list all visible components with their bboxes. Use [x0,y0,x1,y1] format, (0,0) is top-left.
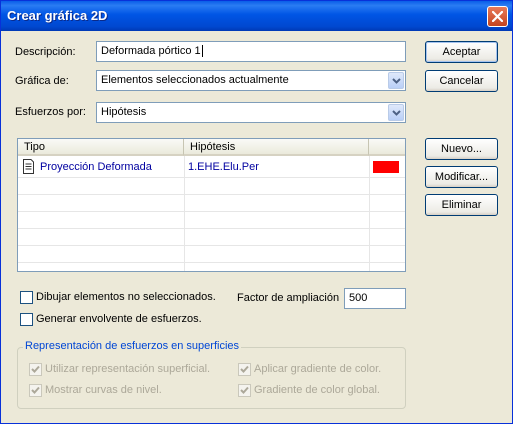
eliminar-button[interactable]: Eliminar [425,194,498,216]
row-tipo: Proyección Deformada [40,161,152,173]
factor-value: 500 [349,292,368,304]
esfuerzos-label: Esfuerzos por: [15,106,86,118]
chevron-down-icon [392,110,401,116]
descripcion-input[interactable]: Deformada pórtico 1 [96,41,406,62]
dibujar-checkbox[interactable] [20,291,33,304]
aceptar-button[interactable]: Aceptar [425,41,498,63]
column-header-color[interactable] [369,139,405,156]
modificar-button[interactable]: Modificar... [425,166,498,188]
cancelar-button[interactable]: Cancelar [425,70,498,92]
column-header-tipo[interactable]: Tipo [18,139,184,156]
descripcion-label: Descripción: [15,46,76,58]
gradiente-label: Gradiente de color global. [254,384,380,396]
generar-checkbox[interactable] [20,313,33,326]
checkmark-icon [240,386,249,394]
mostrar-checkbox[interactable] [29,384,42,397]
utilizar-checkbox[interactable] [29,363,42,376]
row-color-swatch [373,161,399,173]
table-row[interactable]: Proyección Deformada 1.EHE.Elu.Per [18,159,405,176]
aplicar-checkbox[interactable] [238,363,251,376]
descripcion-value: Deformada pórtico 1 [101,45,201,57]
nuevo-button[interactable]: Nuevo... [425,138,498,160]
esfuerzos-select[interactable]: Hipótesis [96,102,406,123]
esfuerzos-dropdown-button[interactable] [388,104,404,121]
esfuerzos-value: Hipótesis [101,106,147,118]
mostrar-label: Mostrar curvas de nivel. [45,384,162,396]
gradiente-checkbox[interactable] [238,384,251,397]
checkmark-icon [31,365,40,373]
title-bar[interactable]: Crear gráfica 2D [1,1,512,31]
window-title: Crear gráfica 2D [7,8,108,23]
dialog-window: Crear gráfica 2D Descripción: Deformada … [0,0,513,424]
chevron-down-icon [392,78,401,84]
checkmark-icon [31,386,40,394]
grafica-select[interactable]: Elementos seleccionados actualmente [96,70,406,91]
row-hipotesis: 1.EHE.Elu.Per [188,161,259,173]
superficies-group [17,347,406,409]
generar-label: Generar envolvente de esfuerzos. [36,313,202,325]
checkmark-icon [240,365,249,373]
grafica-value: Elementos seleccionados actualmente [101,74,289,86]
superficies-group-title: Representación de esfuerzos en superfici… [23,340,242,352]
utilizar-label: Utilizar representación superficial. [45,363,211,375]
dibujar-label: Dibujar elementos no seleccionados. [36,291,216,303]
close-icon [492,11,503,22]
graficas-list[interactable]: Tipo Hipótesis Proyección Deformada 1.EH… [17,138,406,272]
factor-input[interactable]: 500 [344,288,406,309]
grafica-label: Gráfica de: [15,75,69,87]
document-icon [23,159,34,174]
aplicar-label: Aplicar gradiente de color. [254,363,382,375]
factor-label: Factor de ampliación [237,292,340,304]
column-header-hipotesis[interactable]: Hipótesis [184,139,369,156]
close-button[interactable] [487,6,508,27]
grafica-dropdown-button[interactable] [388,72,404,89]
